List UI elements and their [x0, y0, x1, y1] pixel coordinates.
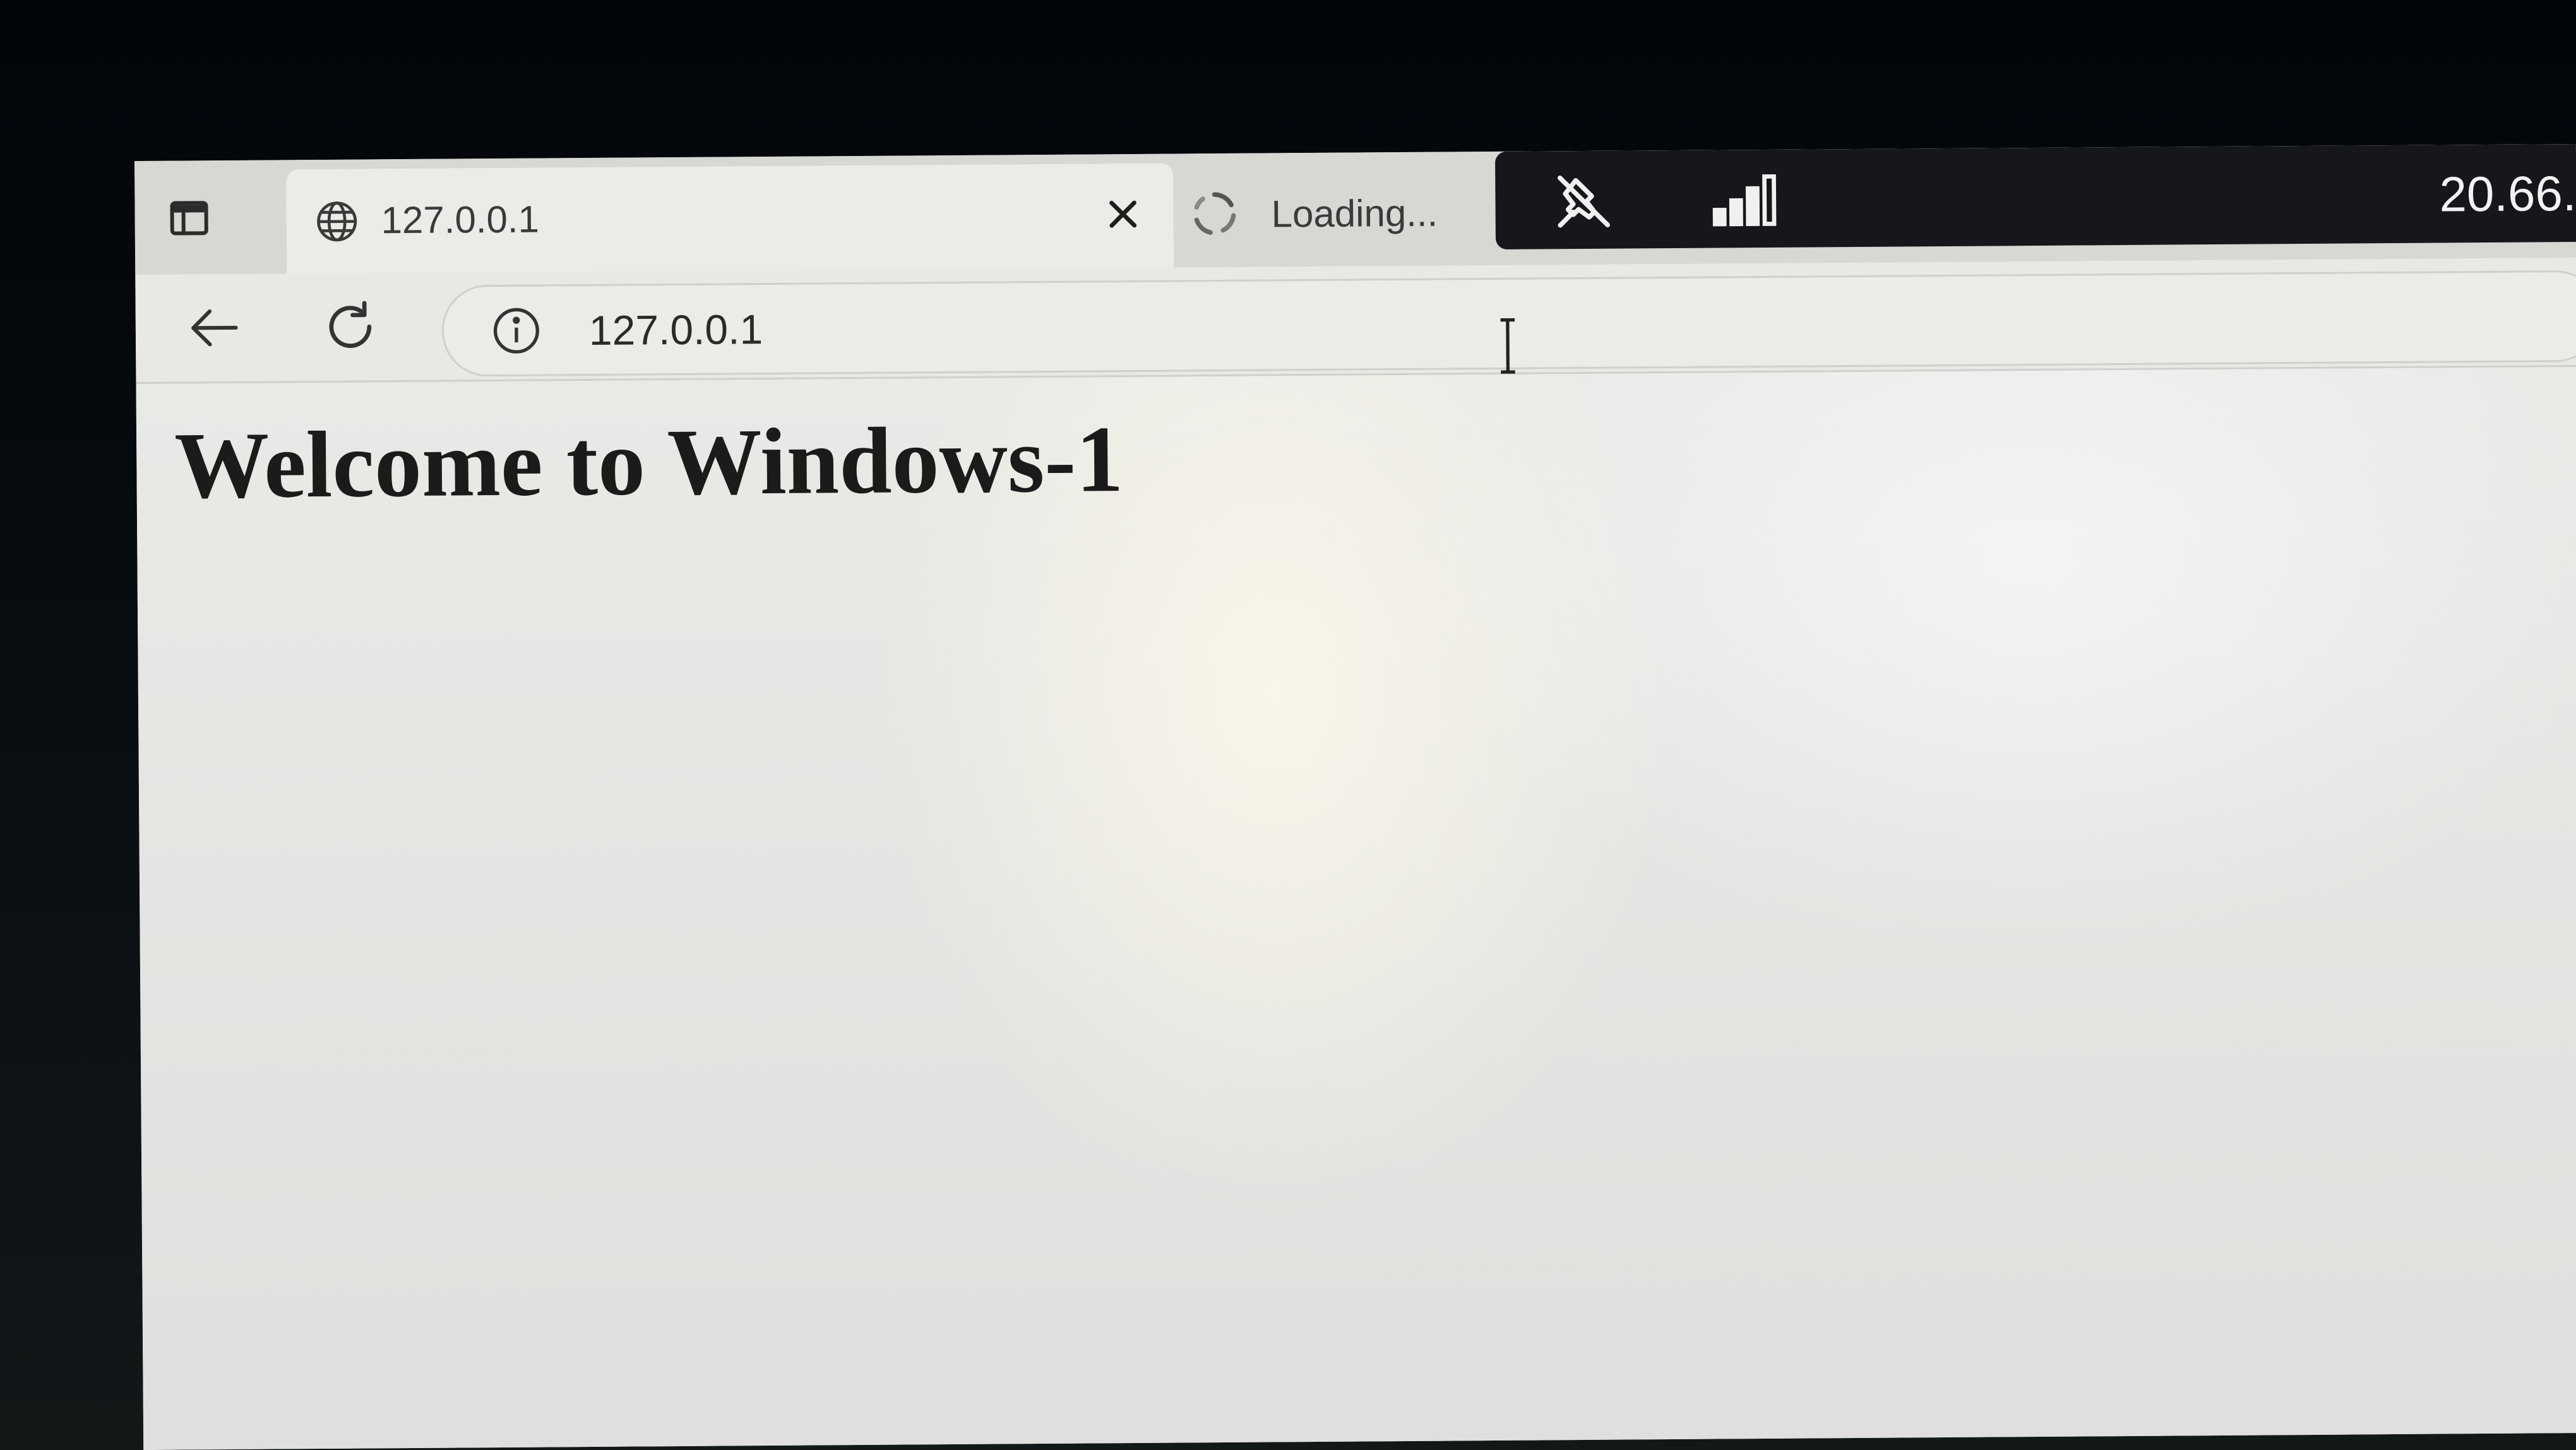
sidebar-icon [170, 201, 208, 236]
loading-spinner-icon [1194, 192, 1236, 235]
system-overlay-bar: 20.66. [1494, 144, 2576, 249]
tab-title: 127.0.0.1 [381, 198, 540, 242]
page-heading: Welcome to Windows-1 [174, 407, 1124, 518]
reload-button[interactable] [318, 295, 382, 359]
arrow-left-icon [191, 309, 238, 347]
page-content: Welcome to Windows-1 [136, 366, 2576, 1450]
system-value: 20.66. [2439, 165, 2576, 222]
globe-icon [317, 201, 357, 242]
browser-window: 127.0.0.1 Loading... 20.66. 127.0.0.1 We… [134, 144, 2576, 1450]
tab-strip: 127.0.0.1 Loading... 20.66. [134, 144, 2576, 280]
close-icon [1109, 200, 1137, 228]
tab-title: Loading... [1271, 191, 1438, 236]
unpin-icon[interactable] [1552, 170, 1616, 234]
info-icon[interactable] [491, 306, 542, 357]
signal-strength-icon[interactable] [1710, 172, 1786, 229]
text-cursor-icon [1500, 318, 1515, 374]
tab-active[interactable]: 127.0.0.1 [286, 163, 1174, 280]
reload-icon [329, 301, 372, 348]
address-text[interactable]: 127.0.0.1 [589, 303, 763, 357]
address-bar[interactable]: 127.0.0.1 [441, 270, 2576, 377]
tab-close-button[interactable] [1097, 189, 1148, 240]
back-button[interactable] [182, 296, 246, 360]
navigation-toolbar: 127.0.0.1 [135, 257, 2576, 384]
tab-actions-button[interactable] [160, 189, 218, 248]
